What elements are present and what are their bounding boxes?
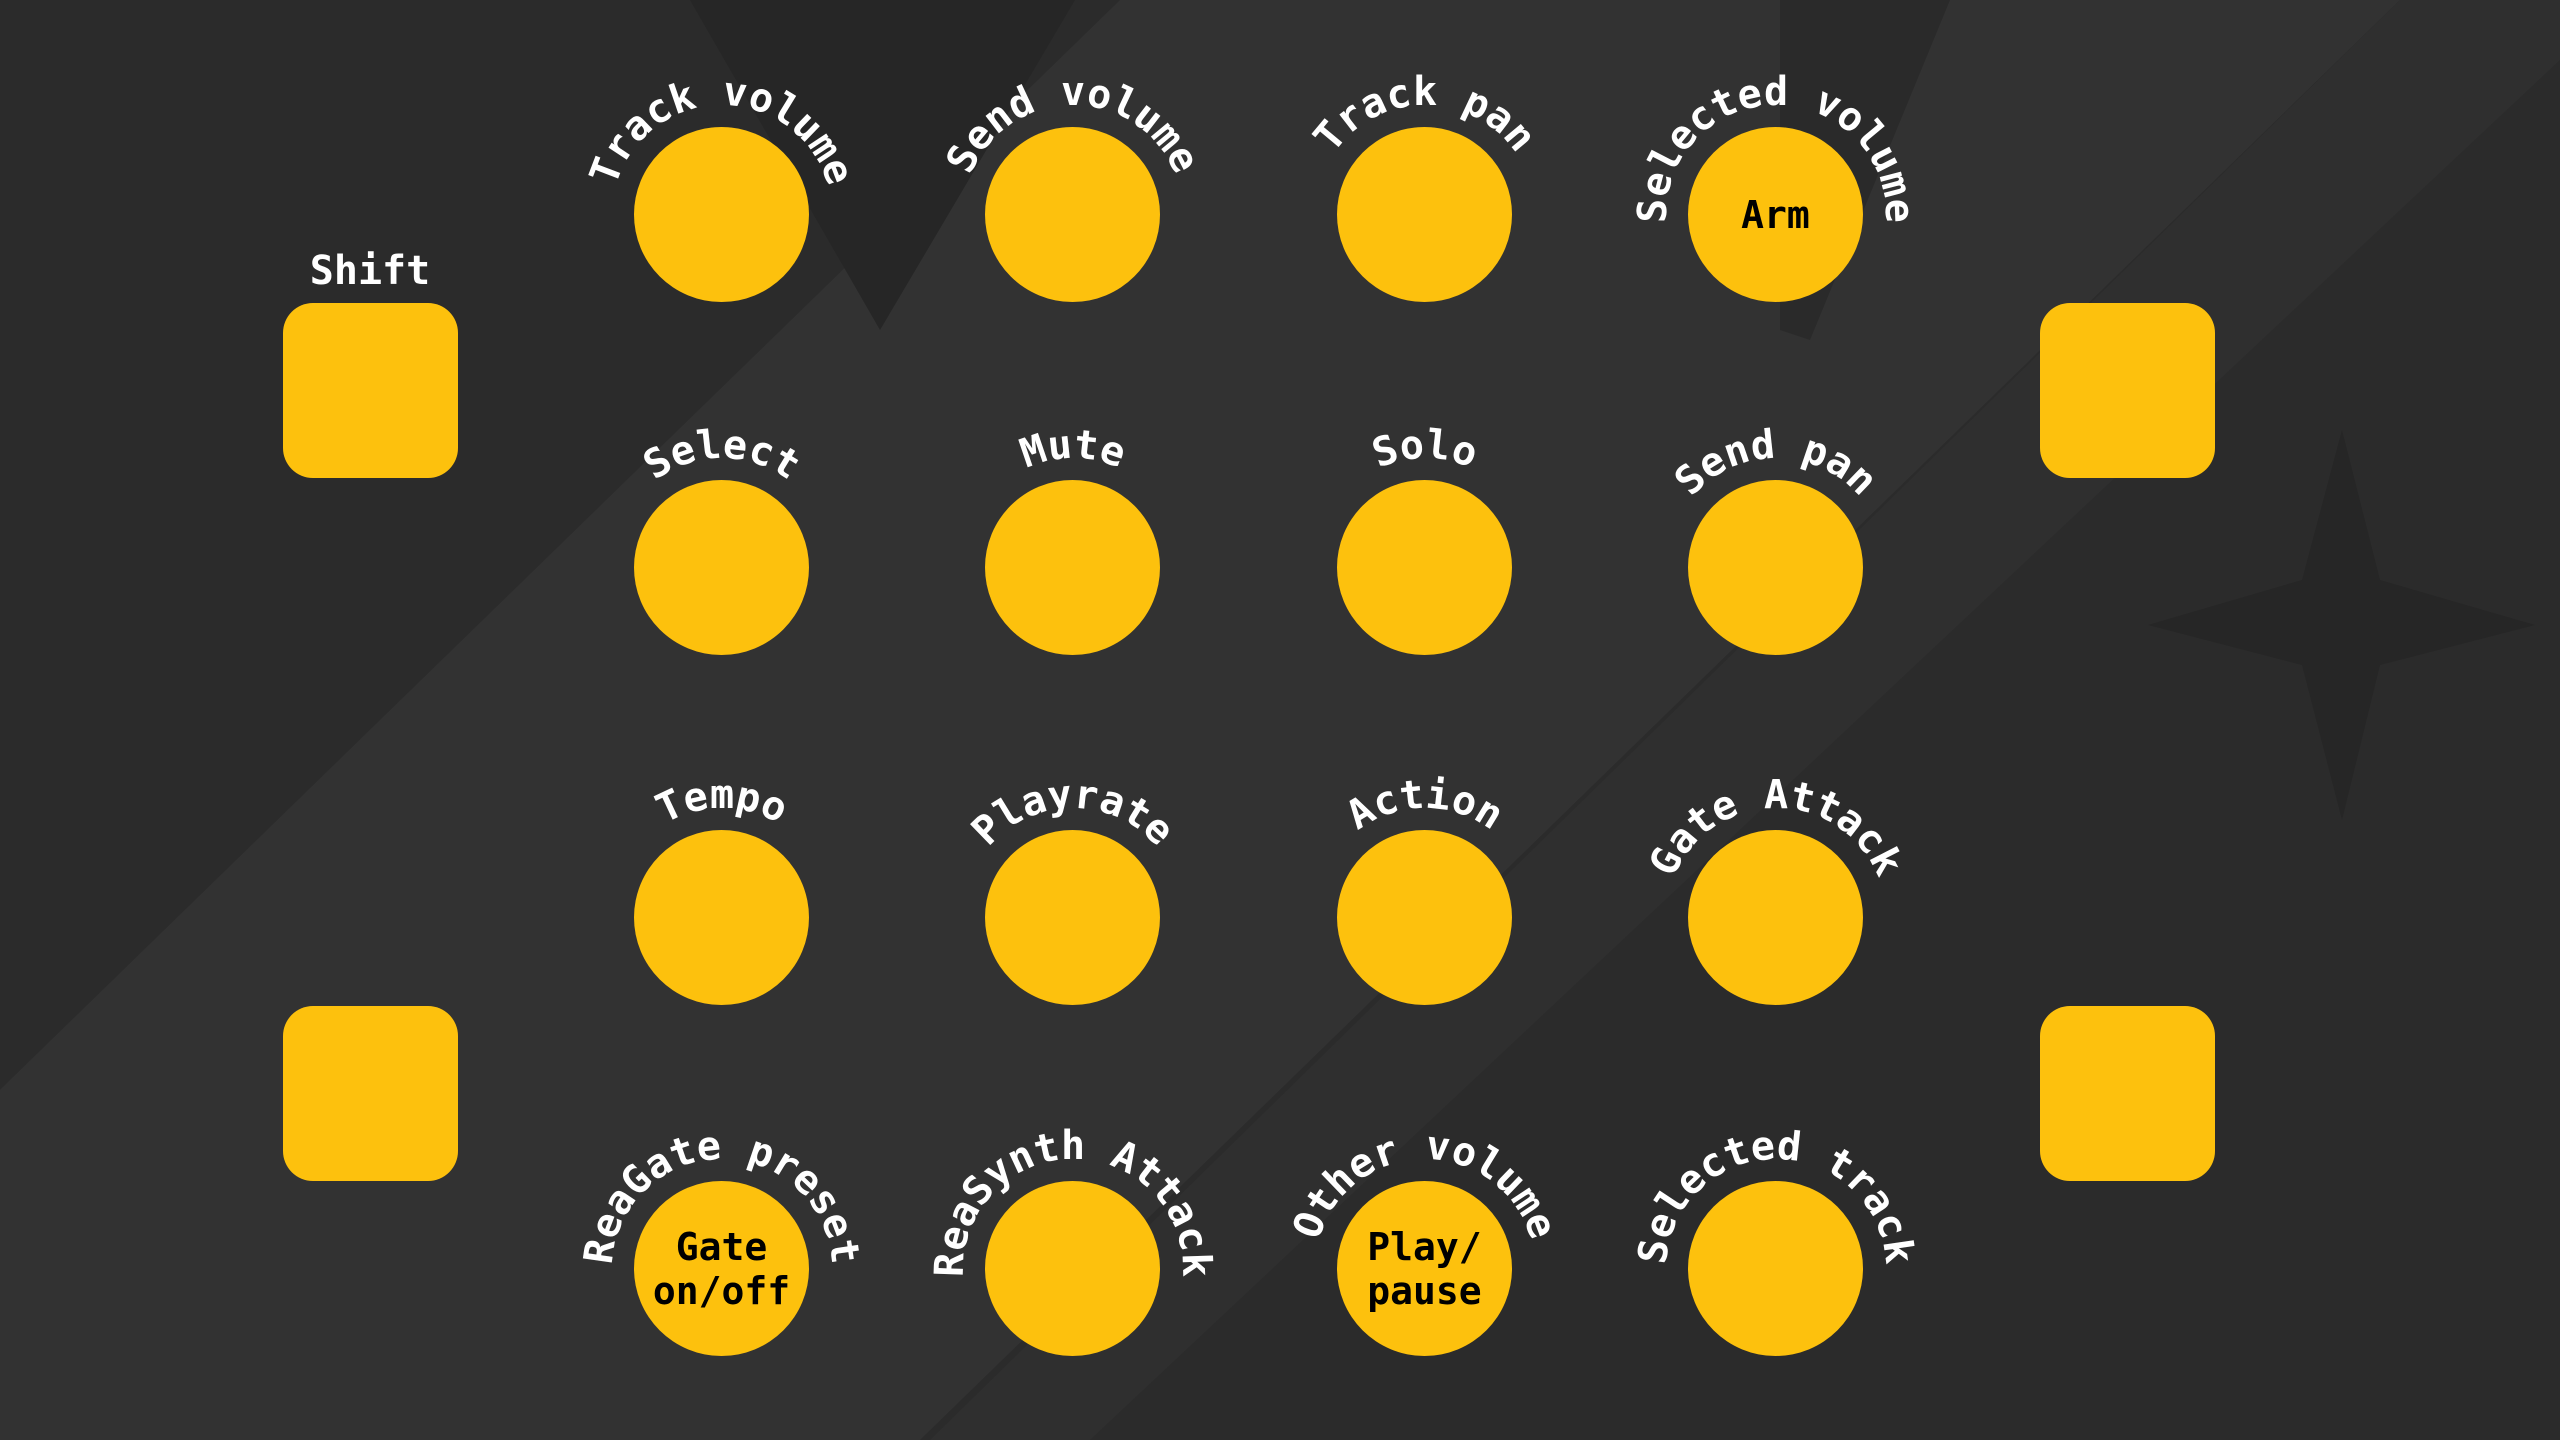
- background-graphic: [0, 0, 2560, 1440]
- knob-playrate[interactable]: [985, 830, 1160, 1005]
- knob-solo[interactable]: [1337, 480, 1512, 655]
- knob-gate-attack[interactable]: [1688, 830, 1863, 1005]
- knob-selected-track[interactable]: [1688, 1181, 1863, 1356]
- pad-top-right[interactable]: [2040, 303, 2215, 478]
- knob-send-volume[interactable]: [985, 127, 1160, 302]
- knob-reasynth-attack[interactable]: [985, 1181, 1160, 1356]
- knob-mute[interactable]: [985, 480, 1160, 655]
- knob-other-volume[interactable]: Play/ pause: [1337, 1181, 1512, 1356]
- controller-layout: Shift Arm Gate on/off Play/ pause Track …: [0, 0, 2560, 1440]
- knob-send-pan[interactable]: [1688, 480, 1863, 655]
- knob-select[interactable]: [634, 480, 809, 655]
- pad-bottom-right[interactable]: [2040, 1006, 2215, 1181]
- pad-top-left-label: Shift: [309, 248, 431, 294]
- knob-reagate-preset[interactable]: Gate on/off: [634, 1181, 809, 1356]
- knob-track-pan[interactable]: [1337, 127, 1512, 302]
- knob-action[interactable]: [1337, 830, 1512, 1005]
- knob-track-volume[interactable]: [634, 127, 809, 302]
- pad-bottom-left[interactable]: [283, 1006, 458, 1181]
- knob-tempo[interactable]: [634, 830, 809, 1005]
- knob-selected-volume[interactable]: Arm: [1688, 127, 1863, 302]
- pad-top-left[interactable]: [283, 303, 458, 478]
